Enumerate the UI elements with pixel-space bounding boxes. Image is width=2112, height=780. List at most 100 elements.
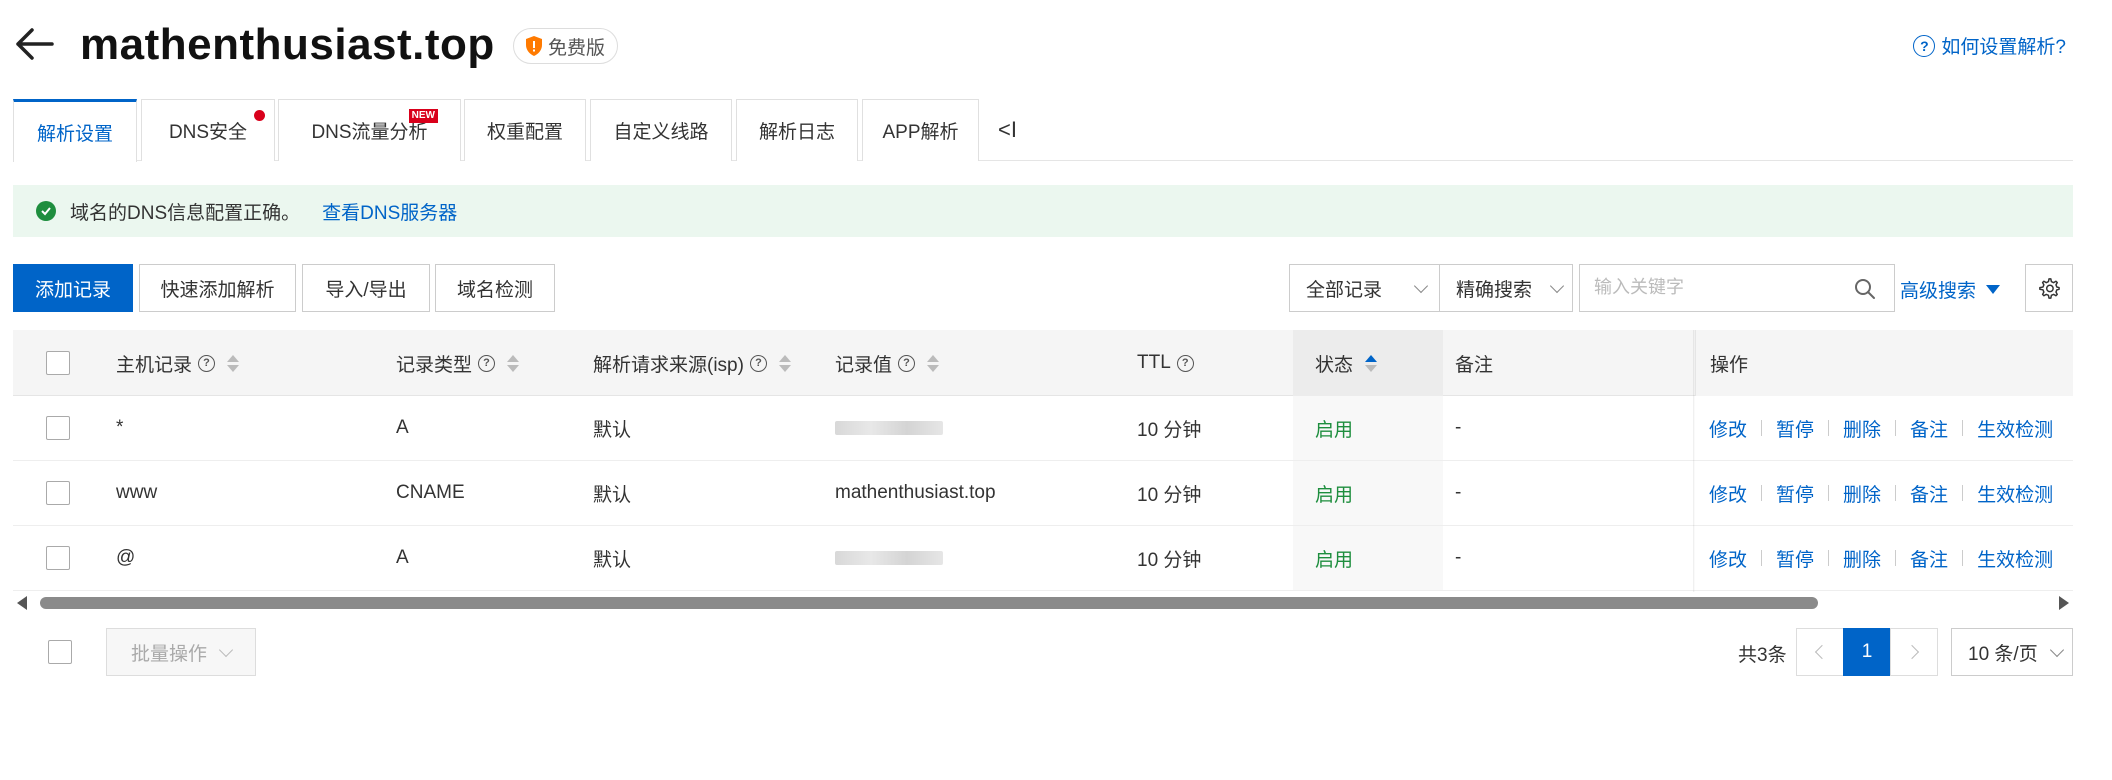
search-icon[interactable] [1854,278,1876,300]
page-size-select[interactable]: 10 条/页 [1951,628,2073,676]
table-header: 主机记录 ? 记录类型 ? 解析请求来源(isp) ? 记录值 ? TTL ? … [13,330,2073,396]
sort-icon[interactable] [778,354,791,372]
col-host[interactable]: 主机记录 ? [116,330,240,396]
edit-link[interactable]: 修改 [1709,480,1747,507]
notice-text: 域名的DNS信息配置正确。 [70,202,301,224]
select-all-checkbox[interactable] [46,351,70,375]
import-export-button[interactable]: 导入/导出 [302,264,430,312]
tab-label: 自定义线路 [613,122,709,143]
chevron-left-icon [1814,644,1830,660]
scrollbar-thumb[interactable] [40,597,1818,609]
row-checkbox[interactable] [46,416,70,440]
edit-link[interactable]: 修改 [1709,545,1747,572]
col-ttl: TTL ? [1137,330,1194,396]
domain-check-button[interactable]: 域名检测 [435,264,555,312]
row-select-cell [46,526,70,590]
type-cell: A [396,417,409,438]
delete-link[interactable]: 删除 [1843,480,1881,507]
advanced-search-toggle[interactable]: 高级搜索 [1900,276,2001,303]
remark-cell: - [1455,417,1462,438]
quick-add-button[interactable]: 快速添加解析 [139,264,296,312]
tab-app-dns[interactable]: APP解析 [862,99,979,161]
help-icon[interactable]: ? [898,354,916,372]
record-filter-select[interactable]: 全部记录 [1289,264,1441,312]
tab-dns-settings[interactable]: 解析设置 [13,99,137,162]
help-icon[interactable]: ? [198,354,216,372]
help-link-label: 如何设置解析? [1941,37,2066,58]
delete-link[interactable]: 删除 [1843,545,1881,572]
batch-actions-button[interactable]: 批量操作 [106,628,256,676]
help-icon[interactable]: ? [1176,354,1194,372]
sort-asc-icon[interactable] [1365,354,1378,372]
ttl-cell: 10 分钟 [1137,419,1202,441]
pause-link[interactable]: 暂停 [1776,545,1814,572]
tab-dns-security[interactable]: DNS安全 [141,99,275,161]
tab-dns-traffic[interactable]: DNS流量分析 NEW [278,99,461,161]
remark-link[interactable]: 备注 [1910,480,1948,507]
tab-dns-logs[interactable]: 解析日志 [736,99,858,161]
row-checkbox[interactable] [46,546,70,570]
row-checkbox[interactable] [46,481,70,505]
page-size-value: 10 条/页 [1968,643,2038,665]
shield-icon [526,36,542,56]
sort-icon[interactable] [927,354,940,372]
add-record-button[interactable]: 添加记录 [13,264,133,312]
col-actions: 操作 [1695,330,2073,396]
plan-badge: 免费版 [513,28,619,64]
help-icon[interactable]: ? [749,354,767,372]
remark-link[interactable]: 备注 [1910,545,1948,572]
remark-link[interactable]: 备注 [1910,415,1948,442]
pause-link[interactable]: 暂停 [1776,480,1814,507]
col-remark: 备注 [1455,330,1493,396]
back-arrow-icon[interactable] [12,22,56,66]
row-select-cell [46,461,70,525]
footer-select-all-checkbox[interactable] [48,640,72,664]
col-value-label: 记录值 [835,354,893,376]
remark-cell: - [1455,482,1462,503]
col-isp[interactable]: 解析请求来源(isp) ? [593,330,791,396]
col-remark-label: 备注 [1455,354,1494,376]
masked-ip-value [835,551,943,565]
col-status[interactable]: 状态 [1293,330,1443,396]
table-footer: 批量操作 共3条 1 10 条/页 [13,628,2073,676]
edit-link[interactable]: 修改 [1709,415,1747,442]
isp-cell: 默认 [593,549,632,571]
search-input[interactable] [1594,265,1834,309]
check-circle-icon [36,201,56,221]
match-mode-select[interactable]: 精确搜索 [1439,264,1573,312]
sort-icon[interactable] [227,354,240,372]
tab-label: APP解析 [882,122,959,143]
scroll-right-arrow-icon[interactable] [2059,596,2069,610]
value-cell [835,526,943,590]
col-isp-label: 解析请求来源(isp) [593,354,744,376]
row-select-cell [46,396,70,460]
view-dns-servers-link[interactable]: 查看DNS服务器 [322,198,457,225]
collapse-tabs-button[interactable]: <I [998,117,1017,143]
page-button-current[interactable]: 1 [1843,628,1891,676]
tab-weight-config[interactable]: 权重配置 [464,99,586,161]
help-link[interactable]: ? 如何设置解析? [1913,32,2066,59]
chevron-down-icon [218,642,234,658]
next-page-button[interactable] [1890,628,1938,676]
chevron-down-icon [2049,642,2065,658]
help-icon[interactable]: ? [478,354,496,372]
col-value[interactable]: 记录值 ? [835,330,940,396]
pause-link[interactable]: 暂停 [1776,415,1814,442]
check-effect-link[interactable]: 生效检测 [1977,480,2053,507]
col-type[interactable]: 记录类型 ? [396,330,520,396]
check-effect-link[interactable]: 生效检测 [1977,545,2053,572]
check-effect-link[interactable]: 生效检测 [1977,415,2053,442]
horizontal-scrollbar[interactable] [13,592,2073,614]
footer-select-all-cell [48,640,72,664]
tab-custom-lines[interactable]: 自定义线路 [590,99,732,161]
table-settings-button[interactable] [2025,264,2073,312]
col-type-label: 记录类型 [396,354,473,376]
remark-cell: - [1455,547,1462,568]
sort-icon[interactable] [507,354,520,372]
col-host-label: 主机记录 [116,354,193,376]
scroll-left-arrow-icon[interactable] [17,596,27,610]
actions-cell: 修改 暂停 删除 备注 生效检测 [1709,396,2053,460]
dns-config-notice: 域名的DNS信息配置正确。 查看DNS服务器 [13,185,2073,237]
delete-link[interactable]: 删除 [1843,415,1881,442]
prev-page-button[interactable] [1796,628,1844,676]
